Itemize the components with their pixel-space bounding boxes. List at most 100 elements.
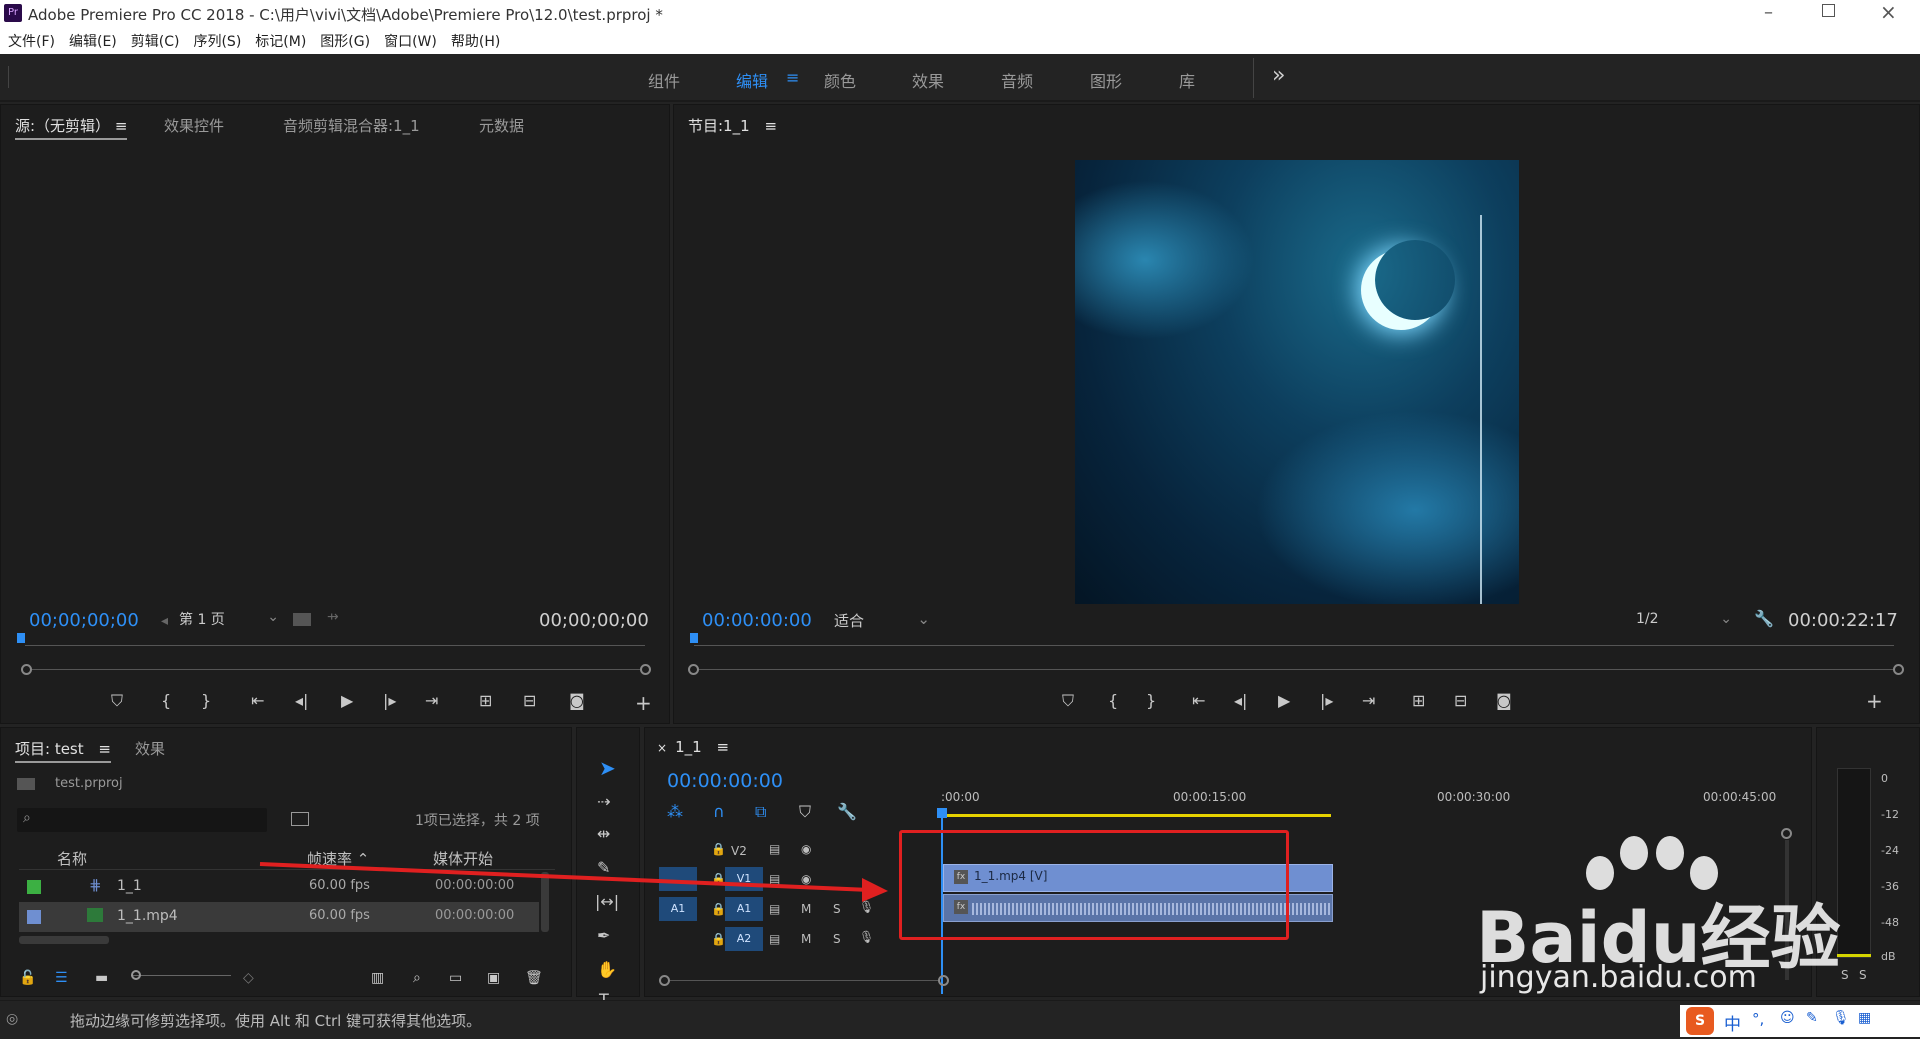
resolution-select[interactable]: 1/2 ⌄ bbox=[1636, 611, 1736, 633]
ime-toolbar[interactable]: S 中 °, ☺ ✎ 🎙 ▦ bbox=[1680, 1005, 1920, 1037]
tab-project[interactable]: 项目: test ≡ bbox=[15, 738, 111, 763]
icon-view-icon[interactable]: ▬ bbox=[95, 970, 108, 986]
automate-to-sequence-icon[interactable]: ▥ bbox=[371, 970, 384, 986]
step-forward-icon[interactable]: |▸ bbox=[1320, 691, 1333, 710]
playhead-handle-icon[interactable] bbox=[937, 808, 947, 818]
add-marker-icon[interactable]: ⛉ bbox=[799, 802, 811, 822]
zoom-slider[interactable] bbox=[131, 975, 231, 976]
skin-icon[interactable]: ✎ bbox=[1806, 1010, 1818, 1026]
menu-item[interactable]: 序列(S) bbox=[193, 34, 241, 50]
program-zoom-bar[interactable] bbox=[688, 663, 1904, 677]
emoji-icon[interactable]: ☺ bbox=[1780, 1010, 1795, 1026]
mark-out-icon[interactable]: } bbox=[1146, 691, 1156, 710]
label-color-swatch[interactable] bbox=[27, 910, 41, 924]
export-frame-icon[interactable]: ◙ bbox=[1496, 691, 1512, 710]
workspace-tab-audio[interactable]: 音频 bbox=[1001, 68, 1033, 92]
track-lock-icon[interactable]: 🔒 bbox=[711, 932, 726, 946]
lift-icon[interactable]: ⊞ bbox=[1412, 691, 1425, 710]
toggle-output-eye-icon[interactable]: ◉ bbox=[801, 842, 811, 856]
go-to-in-icon[interactable]: ⇤ bbox=[1192, 691, 1205, 710]
menu-item[interactable]: 编辑(E) bbox=[69, 34, 117, 50]
project-horizontal-scrollbar[interactable] bbox=[19, 936, 109, 944]
page-prev-icon[interactable]: ◂ bbox=[161, 613, 168, 629]
step-back-icon[interactable]: ◂| bbox=[295, 691, 308, 710]
workspace-menu-icon[interactable]: ≡ bbox=[786, 68, 799, 87]
workspace-tab-assembly[interactable]: 组件 bbox=[648, 68, 680, 92]
workspace-tab-libraries[interactable]: 库 bbox=[1179, 68, 1195, 92]
step-back-icon[interactable]: ◂| bbox=[1234, 691, 1247, 710]
button-editor-icon[interactable]: + bbox=[635, 691, 652, 715]
tab-audio-clip-mixer[interactable]: 音频剪辑混合器:1_1 bbox=[283, 115, 420, 136]
mark-in-icon[interactable]: { bbox=[1108, 691, 1118, 710]
mute-button[interactable]: M bbox=[801, 932, 811, 946]
mark-out-icon[interactable]: } bbox=[201, 691, 211, 710]
source-time-ruler[interactable] bbox=[17, 633, 645, 655]
button-editor-icon[interactable]: + bbox=[1866, 689, 1883, 713]
timeline-ruler[interactable]: :00:00 00:00:15:00 00:00:30:00 00:00:45:… bbox=[941, 784, 1811, 824]
project-search-input[interactable]: ⌕ bbox=[17, 808, 267, 832]
ripple-edit-tool-icon[interactable]: ⇹ bbox=[597, 824, 610, 843]
menu-item[interactable]: 图形(G) bbox=[320, 34, 370, 50]
source-zoom-bar[interactable] bbox=[21, 663, 651, 677]
sort-icon[interactable]: ◇ bbox=[243, 970, 254, 986]
new-item-icon[interactable]: ▣ bbox=[487, 970, 500, 986]
zoom-handle-right[interactable] bbox=[938, 975, 949, 986]
new-bin-icon[interactable]: ▭ bbox=[449, 970, 462, 986]
linked-selection-icon[interactable]: ⧉ bbox=[755, 802, 766, 822]
overwrite-icon[interactable]: ⊟ bbox=[523, 691, 536, 710]
tab-effect-controls[interactable]: 效果控件 bbox=[164, 115, 224, 136]
track-select-tool-icon[interactable]: ⇢ bbox=[597, 792, 610, 811]
tab-effects[interactable]: 效果 bbox=[135, 738, 165, 759]
tab-timeline[interactable]: × 1_1 ≡ bbox=[657, 738, 729, 758]
tab-close-icon[interactable]: × bbox=[657, 741, 667, 755]
nest-icon[interactable]: ⁂ bbox=[667, 802, 683, 821]
work-area-bar[interactable] bbox=[941, 814, 1331, 817]
selection-tool-icon[interactable]: ➤ bbox=[599, 756, 616, 780]
program-time-ruler[interactable] bbox=[690, 633, 1894, 655]
solo-button[interactable]: S bbox=[833, 932, 841, 946]
sogou-ime-icon[interactable]: S bbox=[1686, 1007, 1714, 1035]
panel-menu-icon[interactable]: ≡ bbox=[764, 117, 777, 135]
timeline-settings-icon[interactable]: 🔧 bbox=[837, 802, 857, 821]
sync-lock-icon[interactable]: ▤ bbox=[769, 842, 780, 856]
play-icon[interactable]: ▶ bbox=[1278, 691, 1290, 710]
playhead-icon[interactable] bbox=[690, 633, 698, 643]
voice-over-mic-icon[interactable]: 🎙 bbox=[859, 930, 874, 944]
add-marker-icon[interactable]: ⛉ bbox=[111, 691, 123, 711]
go-to-out-icon[interactable]: ⇥ bbox=[1362, 691, 1375, 710]
timeline-zoom-bar[interactable] bbox=[659, 974, 949, 988]
panel-menu-icon[interactable]: ≡ bbox=[98, 740, 111, 758]
pen-tool-icon[interactable]: ✒ bbox=[597, 926, 610, 945]
lock-icon[interactable]: 🔓 bbox=[19, 970, 36, 986]
workspace-tab-graphics[interactable]: 图形 bbox=[1090, 68, 1122, 92]
tab-source[interactable]: 源:（无剪辑） ≡ bbox=[15, 115, 128, 140]
program-timecode-current[interactable]: 00:00:00:00 bbox=[702, 610, 812, 631]
workspace-tab-editing[interactable]: 编辑 bbox=[736, 68, 768, 92]
settings-wrench-icon[interactable]: 🔧 bbox=[1754, 609, 1774, 628]
workspace-tab-color[interactable]: 颜色 bbox=[824, 68, 856, 92]
extract-icon[interactable]: ⊟ bbox=[1454, 691, 1467, 710]
zoom-handle-left[interactable] bbox=[688, 664, 699, 675]
zoom-handle-left[interactable] bbox=[21, 664, 32, 675]
restore-icon[interactable] bbox=[1822, 4, 1835, 17]
find-bin-icon[interactable] bbox=[291, 812, 309, 826]
go-to-out-icon[interactable]: ⇥ bbox=[425, 691, 438, 710]
fit-select[interactable]: 适合 ⌄ bbox=[834, 610, 934, 632]
menu-item[interactable]: 窗口(W) bbox=[384, 34, 437, 50]
mark-in-icon[interactable]: { bbox=[161, 691, 171, 710]
list-view-icon[interactable]: ☰ bbox=[55, 970, 68, 986]
tab-program[interactable]: 节目:1_1 ≡ bbox=[688, 115, 777, 138]
ime-punct-icon[interactable]: °, bbox=[1752, 1010, 1764, 1028]
find-icon[interactable]: ⌕ bbox=[413, 970, 421, 986]
page-select[interactable]: 第 1 页 ⌄ bbox=[179, 609, 283, 631]
insert-icon[interactable]: ⊞ bbox=[479, 691, 492, 710]
track-lock-icon[interactable]: 🔒 bbox=[711, 842, 726, 856]
menu-item[interactable]: 标记(M) bbox=[255, 34, 306, 50]
menu-item[interactable]: 剪辑(C) bbox=[131, 34, 180, 50]
drag-audio-icon[interactable]: ⇸ bbox=[327, 609, 339, 625]
workspace-tab-effects[interactable]: 效果 bbox=[912, 68, 944, 92]
close-icon[interactable]: × bbox=[1880, 0, 1897, 24]
track-target[interactable]: A2 bbox=[725, 927, 763, 951]
snap-icon[interactable]: ∩ bbox=[713, 802, 725, 821]
timeline-timecode[interactable]: 00:00:00:00 bbox=[667, 770, 783, 792]
